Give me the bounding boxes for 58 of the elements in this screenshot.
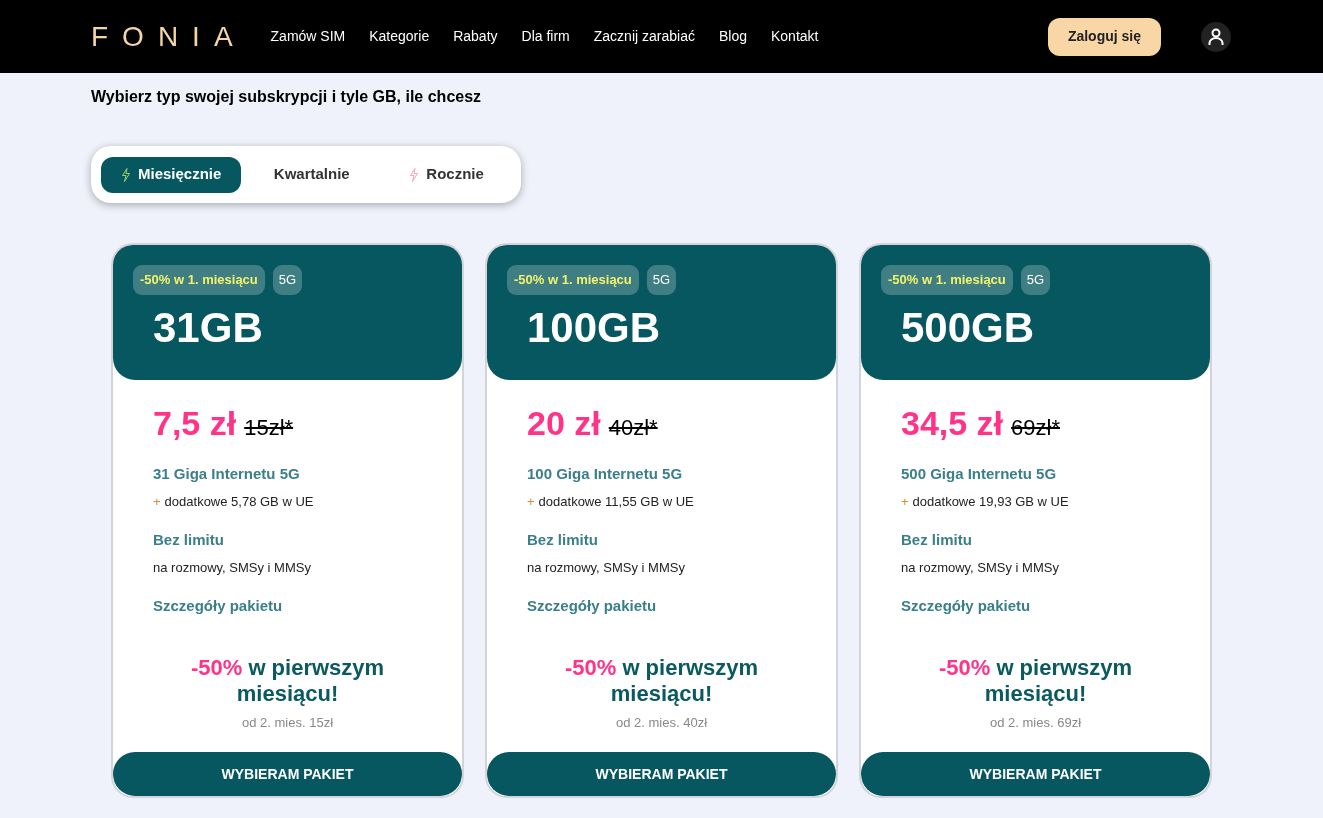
- nav-link[interactable]: Rabaty: [453, 26, 498, 47]
- feature-title: 100 Giga Internetu 5G: [527, 464, 684, 484]
- feature-text: na rozmowy, SMSy i MMSy: [901, 558, 1060, 577]
- discount-badge: -50% w 1. miesiącu: [881, 265, 1013, 295]
- data-amount: 100GB: [527, 303, 662, 353]
- nav-link[interactable]: Zacznij zarabiać: [593, 26, 695, 47]
- feature-text: dodatkowe 19,93 GB w UE: [912, 492, 1069, 511]
- old-price: 69zł*: [1011, 414, 1060, 442]
- user-icon[interactable]: [1201, 21, 1231, 52]
- nav-link[interactable]: Kategorie: [369, 26, 430, 47]
- plus-sign: +: [527, 492, 535, 511]
- choose-plan-button[interactable]: WYBIERAM PAKIET: [487, 752, 836, 796]
- feature-text: dodatkowe 11,55 GB w UE: [538, 492, 694, 511]
- nav-link[interactable]: Zamów SIM: [270, 26, 346, 47]
- choose-plan-button[interactable]: WYBIERAM PAKIET: [861, 752, 1210, 796]
- package-details-link[interactable]: Szczegóły pakietu: [527, 595, 796, 618]
- data-amount: 500GB: [901, 303, 1036, 353]
- feature-text: dodatkowe 5,78 GB w UE: [164, 492, 314, 511]
- network-tag: 5G: [272, 265, 303, 295]
- nav-link[interactable]: Blog: [718, 26, 747, 47]
- period-tab[interactable]: Miesięcznie: [101, 156, 242, 193]
- feature-title: Bez limitu: [153, 530, 225, 550]
- promo-text: -50% w pierwszym miesiącu!: [189, 654, 386, 707]
- logo[interactable]: FONIA: [91, 15, 247, 58]
- package-details-link[interactable]: Szczegóły pakietu: [901, 595, 1170, 618]
- price: 20 zł: [527, 403, 601, 444]
- regular-price-note: od 2. mies. 15zł: [240, 713, 334, 732]
- lightning-icon: [121, 167, 131, 182]
- price: 34,5 zł: [901, 403, 1004, 444]
- plus-sign: +: [153, 492, 161, 511]
- network-tag: 5G: [646, 265, 677, 295]
- regular-price-note: od 2. mies. 40zł: [614, 713, 708, 732]
- login-button[interactable]: Zaloguj się: [1047, 17, 1161, 56]
- feature-title: 500 Giga Internetu 5G: [901, 464, 1058, 484]
- nav-link[interactable]: Dla firm: [521, 26, 570, 47]
- period-tab[interactable]: Rocznie: [382, 156, 511, 193]
- package-details-link[interactable]: Szczegóły pakietu: [153, 595, 422, 618]
- old-price: 40zł*: [608, 414, 658, 442]
- feature-title: Bez limitu: [527, 530, 599, 550]
- network-tag: 5G: [1020, 265, 1051, 295]
- data-amount: 31GB: [153, 303, 264, 353]
- discount-badge: -50% w 1. miesiącu: [133, 265, 265, 295]
- plus-sign: +: [901, 492, 909, 511]
- period-tab[interactable]: Kwartalnie: [247, 156, 377, 193]
- price: 7,5 zł: [153, 403, 237, 444]
- lightning-icon: [409, 167, 420, 182]
- promo-text: -50% w pierwszym miesiącu!: [563, 654, 760, 707]
- feature-text: na rozmowy, SMSy i MMSy: [527, 558, 686, 577]
- promo-text: -50% w pierwszym miesiącu!: [937, 654, 1134, 707]
- old-price: 15zł*: [244, 414, 294, 442]
- page-heading: Wybierz typ swojej subskrypcji i tyle GB, ile chcesz: [91, 87, 483, 107]
- regular-price-note: od 2. mies. 69zł: [988, 713, 1082, 732]
- discount-badge: -50% w 1. miesiącu: [507, 265, 639, 295]
- feature-text: na rozmowy, SMSy i MMSy: [153, 558, 312, 577]
- nav-link[interactable]: Kontakt: [770, 26, 819, 47]
- feature-title: 31 Giga Internetu 5G: [153, 464, 301, 484]
- feature-title: Bez limitu: [901, 530, 973, 550]
- choose-plan-button[interactable]: WYBIERAM PAKIET: [113, 752, 462, 796]
